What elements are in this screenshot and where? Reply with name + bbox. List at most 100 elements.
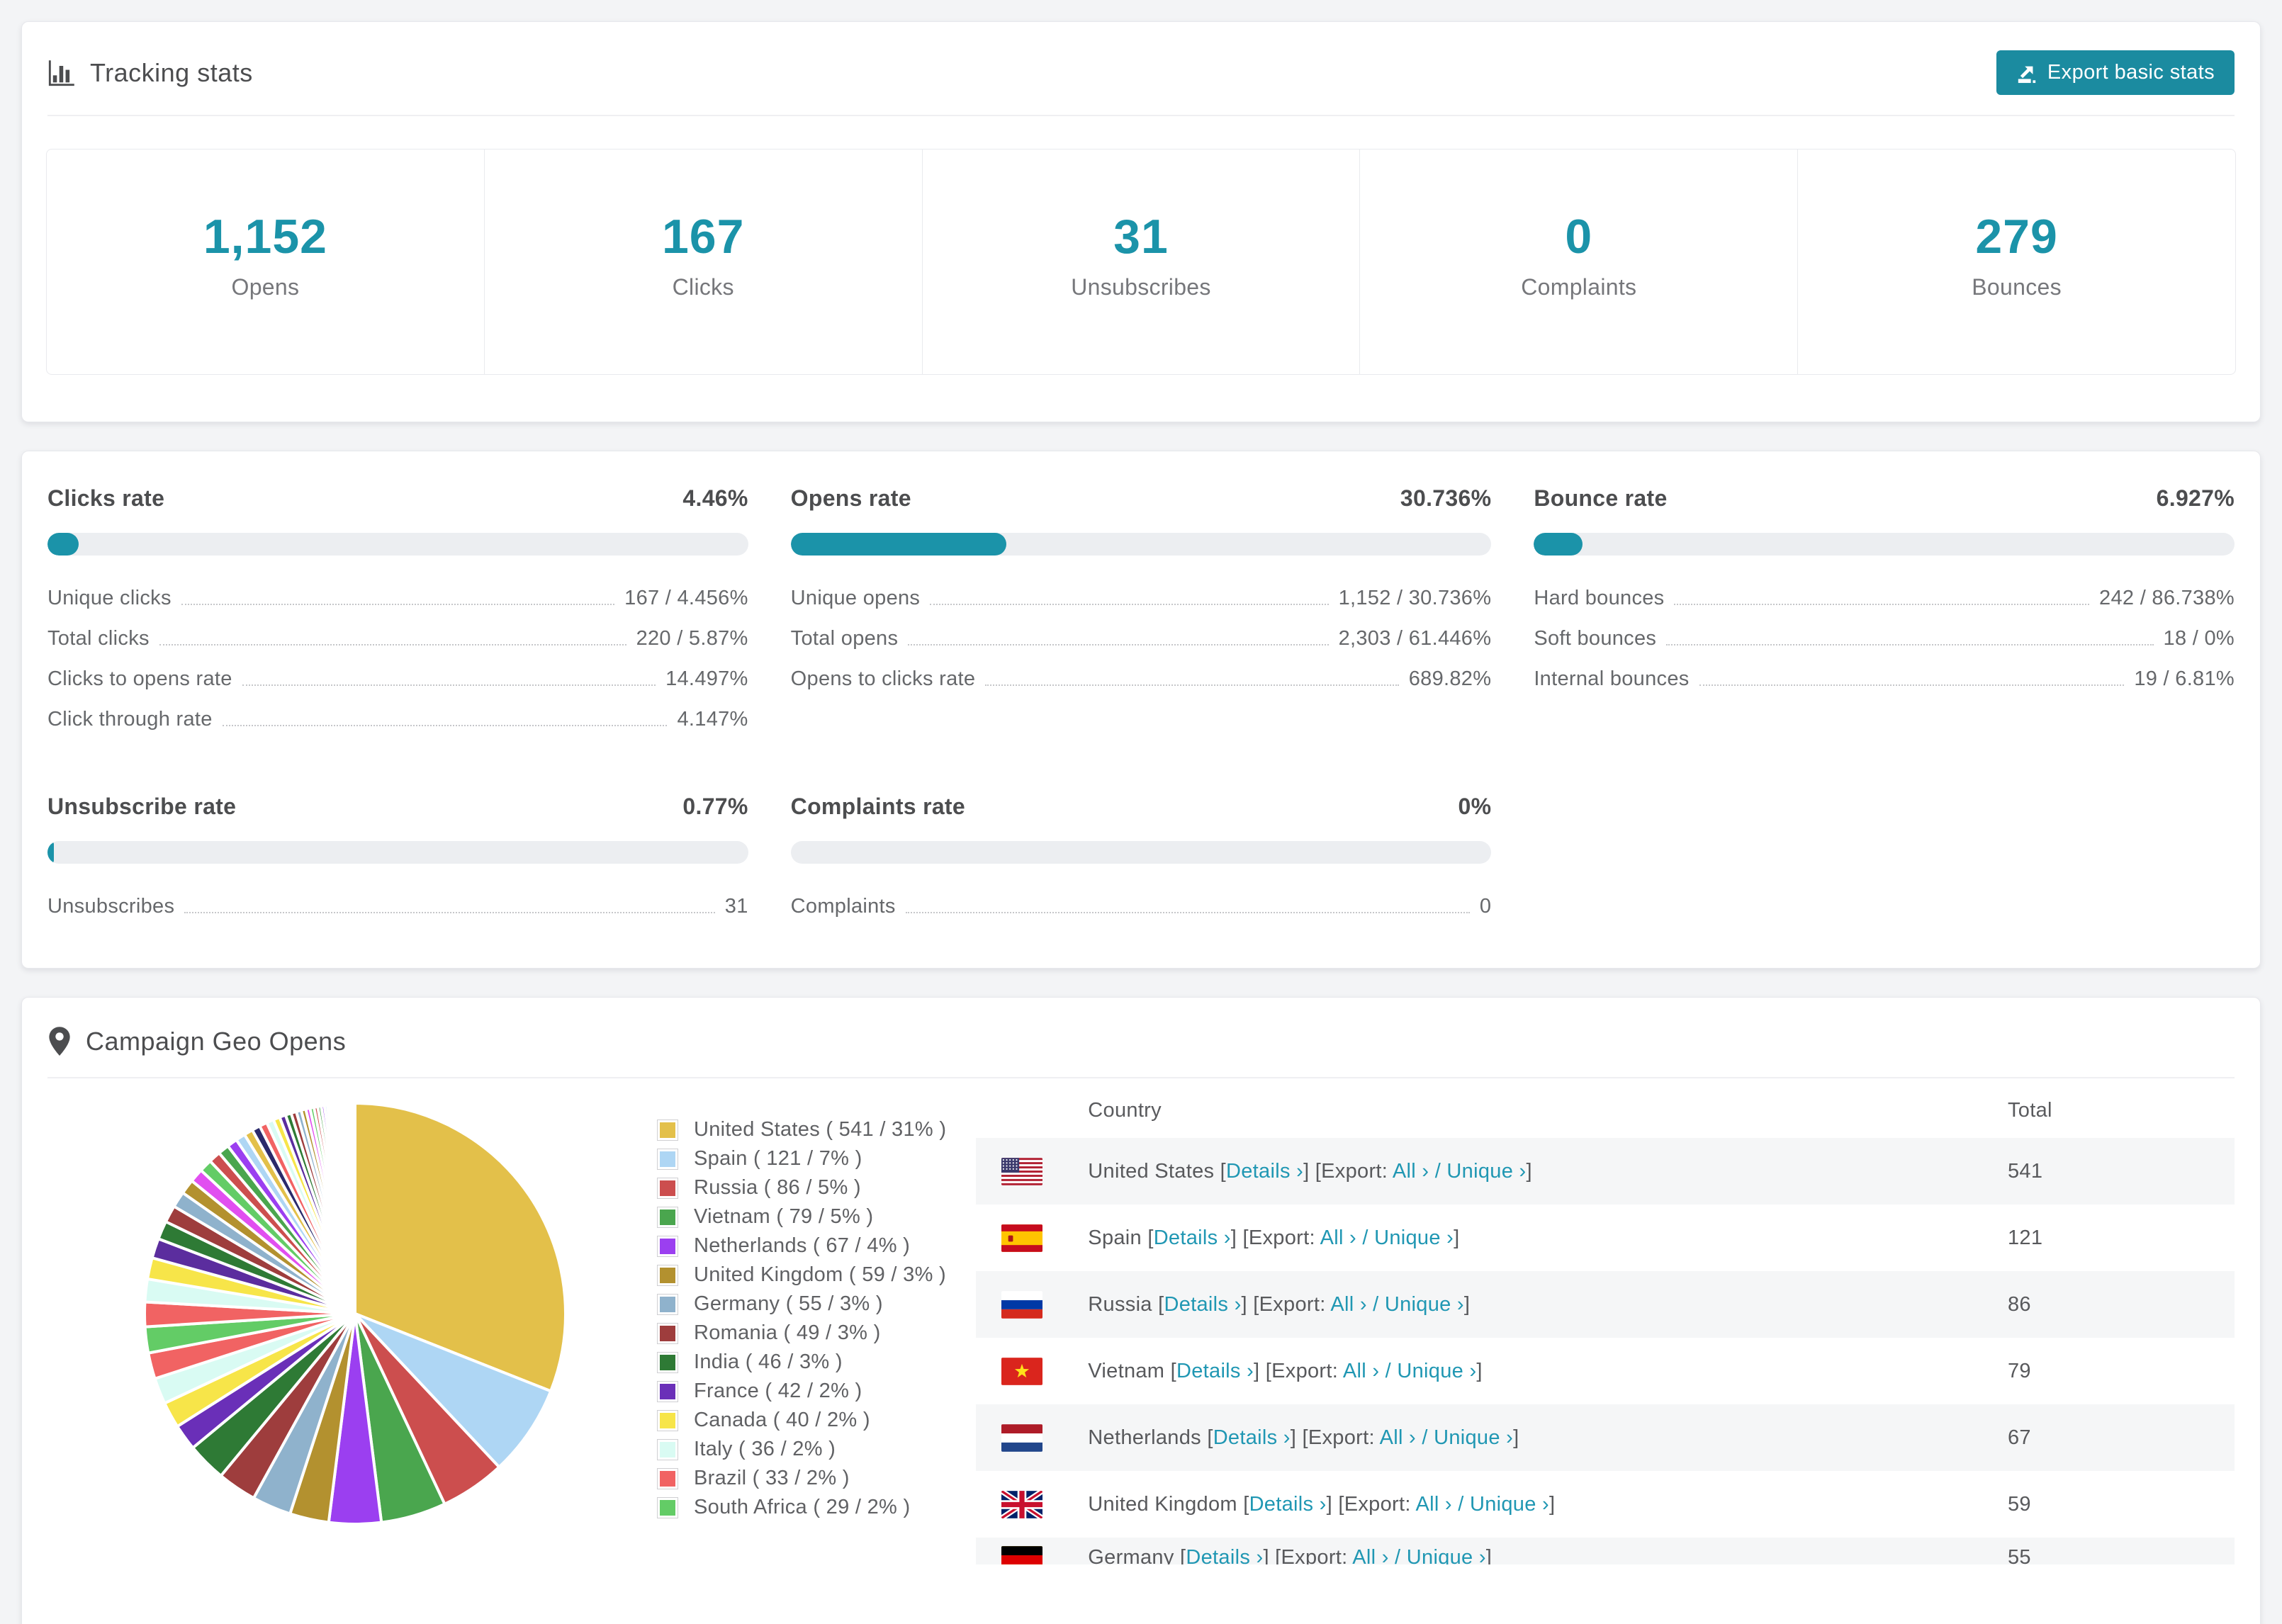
stat-label: Opens [231,274,300,300]
export-prefix: Export: [1248,1226,1320,1249]
total-value: 55 [2008,1546,2031,1564]
export-all-link[interactable]: All › [1320,1227,1356,1249]
legend-label: United States ( 541 / 31% ) [694,1118,947,1141]
legend-item-brazil: Brazil ( 33 / 2% ) [657,1464,946,1493]
legend-label: Germany ( 55 / 3% ) [694,1292,883,1315]
dotted-leader [181,604,615,605]
export-all-link[interactable]: All › [1343,1360,1379,1382]
bracket: ] [ [1303,1159,1322,1183]
legend-color-chip [657,1467,678,1489]
rate-block-clicks-rate: Clicks rate 4.46% Unique clicks 167 / 4.456… [47,485,748,731]
bracket: ] [1463,1292,1471,1316]
export-unique-link[interactable]: Unique › [1385,1293,1464,1316]
export-unique-link[interactable]: Unique › [1374,1227,1454,1249]
export-all-link[interactable]: All › [1415,1493,1451,1516]
rate-row-value: 19 / 6.81% [2134,667,2235,690]
legend-label: Brazil ( 33 / 2% ) [694,1467,850,1489]
stat-label: Unsubscribes [1071,274,1211,300]
dotted-leader [242,684,656,686]
legend-color-chip [657,1148,678,1170]
rate-progress-fill [47,841,54,864]
legend-color-chip [657,1322,678,1344]
details-link[interactable]: Details › [1213,1426,1291,1449]
stat-cell-unsubscribes: 31 Unsubscribes [921,150,1360,374]
vn-flag-icon [1001,1357,1043,1385]
export-basic-stats-button[interactable]: Export basic stats [1996,50,2235,95]
export-unique-link[interactable]: Unique › [1446,1160,1526,1183]
pie-slice[interactable] [352,1101,356,1314]
geo-pie-chart[interactable] [138,1097,572,1564]
export-unique-link[interactable]: Unique › [1470,1493,1549,1516]
rate-block-bounce-rate: Bounce rate 6.927% Hard bounces 242 / 86.73… [1534,485,2235,731]
details-link[interactable]: Details › [1186,1546,1263,1564]
details-link[interactable]: Details › [1249,1493,1327,1516]
flag-cell [1001,1357,1088,1385]
stats-summary-box: 1,152 Opens 167 Clicks 31 Unsubscribes 0 Compla… [46,149,2236,375]
slash: / [1356,1226,1375,1249]
dotted-leader [930,604,1329,605]
ru-flag-icon [1001,1290,1043,1319]
slash: / [1429,1159,1447,1183]
stat-value: 279 [1975,210,2058,264]
export-prefix: Export: [1308,1426,1380,1449]
export-all-link[interactable]: All › [1393,1160,1429,1183]
export-prefix: Export: [1271,1359,1343,1382]
details-link[interactable]: Details › [1154,1227,1231,1249]
legend-item-italy: Italy ( 36 / 2% ) [657,1435,946,1464]
bracket: ] [ [1241,1292,1259,1316]
details-link[interactable]: Details › [1176,1360,1254,1382]
export-unique-link[interactable]: Unique › [1434,1426,1513,1449]
es-flag-icon [1001,1224,1043,1252]
legend-item-united-states: United States ( 541 / 31% ) [657,1115,946,1144]
stat-cell-bounces: 279 Bounces [1797,150,2235,374]
bracket: ] [ [1290,1426,1308,1449]
rate-row-label: Soft bounces [1534,627,1657,650]
rate-row-value: 220 / 5.87% [636,627,748,650]
flag-cell [1001,1224,1088,1252]
rate-progress-fill [790,533,1006,556]
total-value: 67 [2008,1426,2031,1449]
nl-flag-icon [1001,1423,1043,1452]
legend-item-india: India ( 46 / 3% ) [657,1348,946,1377]
rate-row: Opens to clicks rate 689.82% [791,667,1492,691]
country-cell: Netherlands [Details ›] [Export: All › /… [1088,1426,2008,1450]
rate-row-label: Internal bounces [1534,667,1690,690]
export-unique-link[interactable]: Unique › [1407,1546,1486,1564]
flag-cell [1001,1490,1088,1518]
geo-table-row-united-kingdom: United Kingdom [Details ›] [Export: All … [976,1471,2235,1538]
rate-percentage: 6.927% [2156,485,2235,511]
details-link[interactable]: Details › [1164,1293,1241,1316]
rate-row: Unique clicks 167 / 4.456% [47,587,748,610]
bracket: ] [1454,1226,1460,1249]
rate-progress-bar [47,841,748,864]
export-unique-link[interactable]: Unique › [1397,1360,1476,1382]
export-prefix: Export: [1321,1159,1393,1183]
legend-item-south-africa: South Africa ( 29 / 2% ) [657,1493,946,1522]
export-icon [2016,62,2038,84]
export-all-link[interactable]: All › [1352,1546,1388,1564]
dotted-leader [985,684,1399,686]
total-value: 121 [2008,1226,2043,1249]
stat-cell-clicks: 167 Clicks [483,150,922,374]
rate-row-label: Unique clicks [47,587,172,609]
rate-row-value: 0 [1479,895,1492,918]
rate-progress-bar [47,533,748,556]
export-all-link[interactable]: All › [1380,1426,1416,1449]
rate-rows: Hard bounces 242 / 86.738% Soft bounces 18 … [1534,587,2235,691]
rate-row: Clicks to opens rate 14.497% [47,667,748,691]
tracking-stats-header: Tracking stats Export basic stats [22,22,2260,115]
details-link[interactable]: Details › [1226,1160,1303,1183]
dotted-leader [905,912,1470,913]
bracket: [ [1207,1426,1213,1449]
country-cell: Vietnam [Details ›] [Export: All › / Uni… [1088,1360,2008,1383]
legend-item-romania: Romania ( 49 / 3% ) [657,1319,946,1348]
rate-row-value: 167 / 4.456% [624,587,748,609]
rate-title: Bounce rate [1534,485,1668,511]
export-all-link[interactable]: All › [1330,1293,1366,1316]
total-value: 86 [2008,1292,2031,1316]
geo-table-header-country: Country [1088,1098,1162,1122]
bracket: [ [1170,1359,1176,1382]
slash: / [1366,1292,1385,1316]
geo-opens-header: Campaign Geo Opens [22,998,2260,1077]
us-flag-icon [1001,1157,1043,1185]
